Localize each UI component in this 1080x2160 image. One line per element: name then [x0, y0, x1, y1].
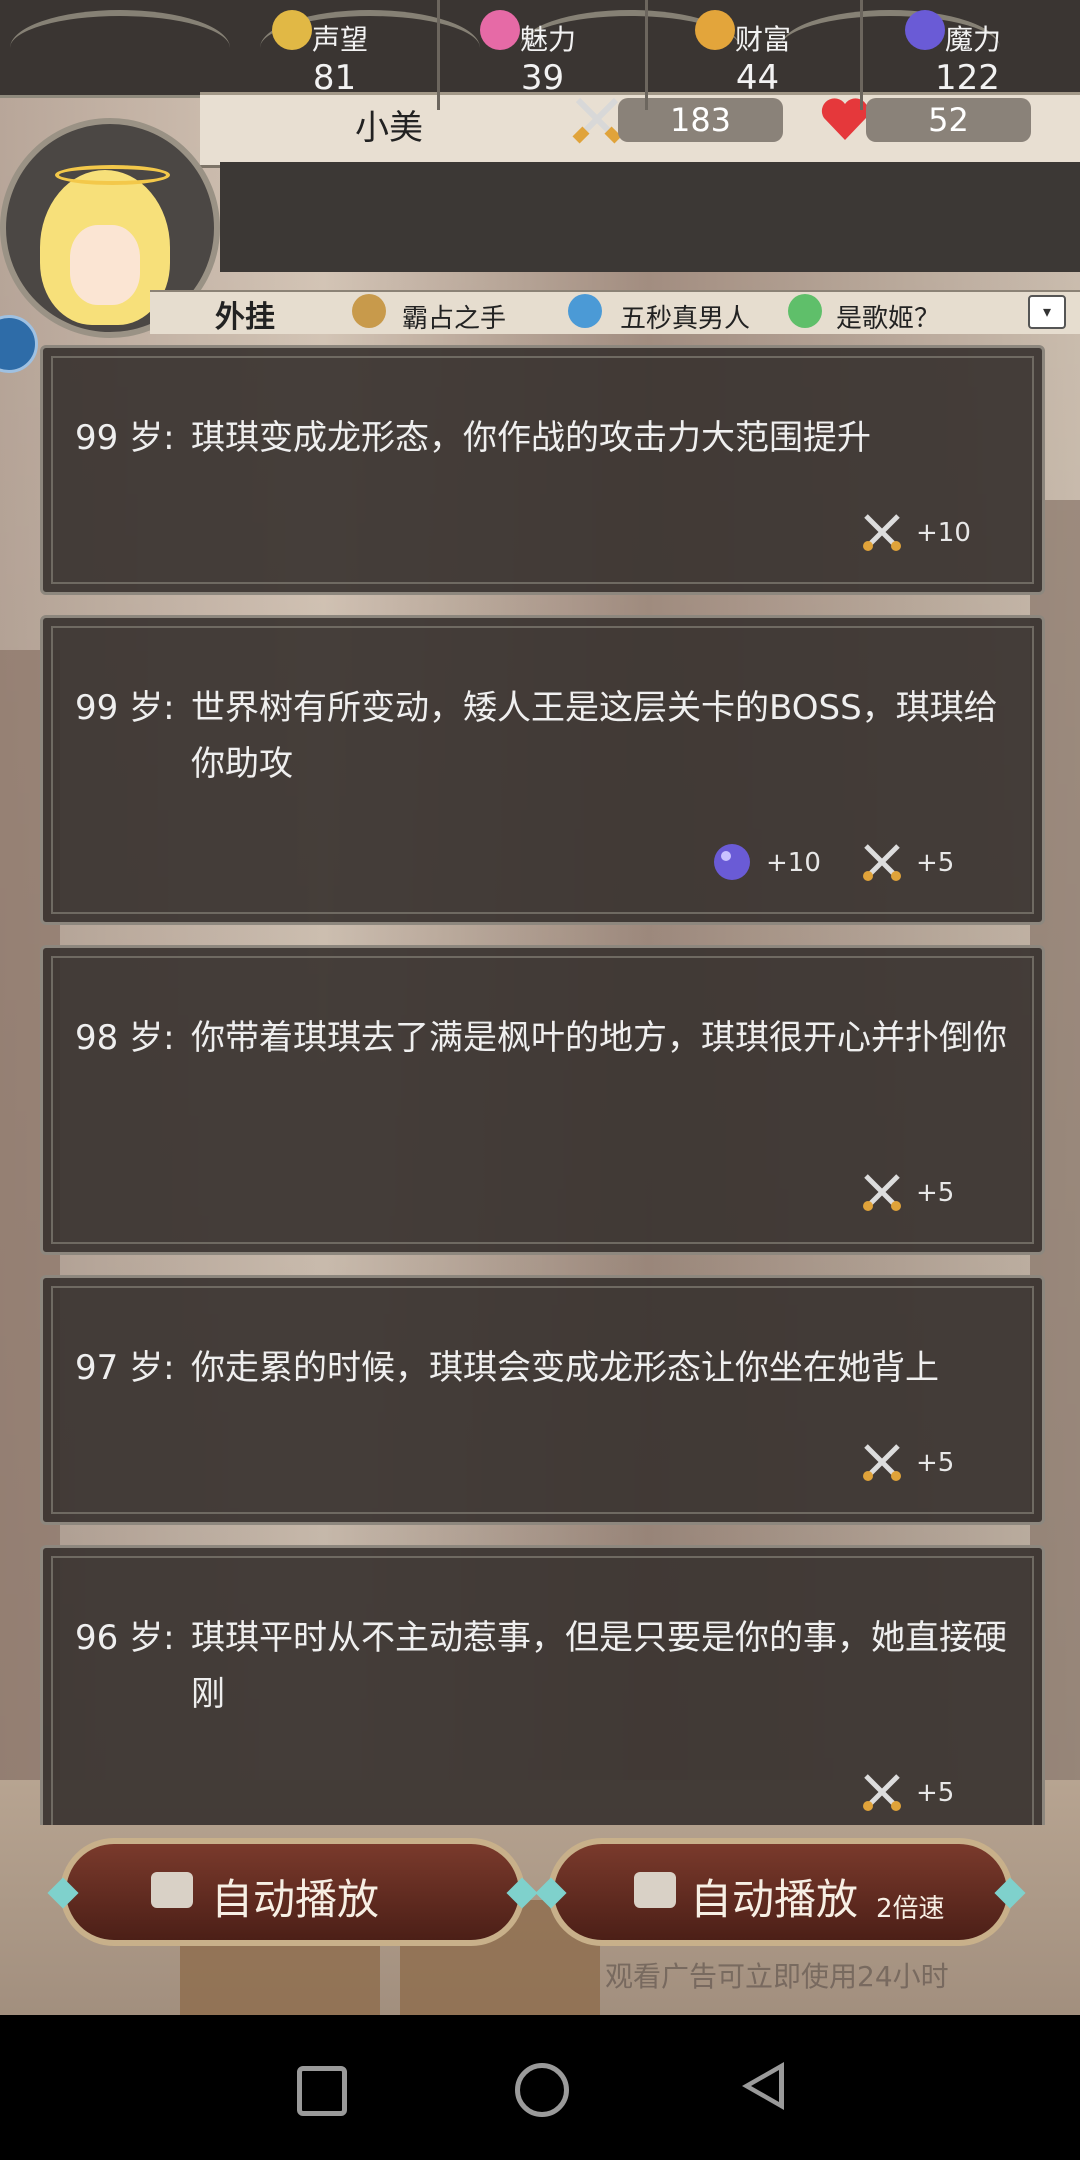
avatar-face — [70, 225, 140, 305]
stat-magic: 魔力 122 — [865, 0, 1070, 110]
magic-orb-icon — [714, 844, 750, 880]
event-text: 琪琪平时从不主动惹事，但是只要是你的事，她直接硬刚 — [191, 1618, 1007, 1714]
event-card: 98 岁: 你带着琪琪去了满是枫叶的地方，琪琪很开心并扑倒你 +5 — [40, 945, 1045, 1255]
event-text: 你走累的时候，琪琪会变成龙形态让你坐在她背上 — [191, 1348, 939, 1388]
event-age: 99 岁: — [75, 688, 175, 728]
reward-value: +10 — [766, 848, 821, 878]
event-card: 97 岁: 你走累的时候，琪琪会变成龙形态让你坐在她背上 +5 — [40, 1275, 1045, 1525]
video-play-icon — [634, 1872, 676, 1908]
autoplay-2x-button[interactable]: 自动播放 2倍速 — [535, 1838, 1026, 1946]
muscle-man-icon — [568, 294, 602, 328]
reward-value: +5 — [916, 1448, 955, 1478]
event-list[interactable]: 99 岁: 琪琪变成龙形态，你作战的攻击力大范围提升 +10 99 岁: 世界树… — [40, 345, 1045, 1825]
event-card: 99 岁: 琪琪变成龙形态，你作战的攻击力大范围提升 +10 — [40, 345, 1045, 595]
swords-icon — [863, 514, 901, 551]
event-age: 96 岁: — [75, 1618, 175, 1658]
event-age: 99 岁: — [75, 418, 175, 458]
event-text: 你带着琪琪去了满是枫叶的地方，琪琪很开心并扑倒你 — [191, 1018, 1007, 1058]
event-age: 97 岁: — [75, 1348, 175, 1388]
stat-charm: 魅力 39 — [440, 0, 648, 110]
sparkle-icon — [480, 10, 520, 50]
swords-icon — [863, 844, 901, 881]
swords-icon — [863, 1774, 901, 1811]
fist-icon — [352, 294, 386, 328]
reward-value: +5 — [916, 1778, 955, 1808]
video-play-icon — [151, 1872, 193, 1908]
halo-icon — [55, 165, 170, 185]
coins-icon — [695, 10, 735, 50]
autoplay-2x-label: 自动播放 — [690, 1875, 859, 1924]
swords-icon — [863, 1174, 901, 1211]
stat-reputation: 声望 81 — [232, 0, 440, 110]
ad-note: 观看广告可立即使用24小时 — [605, 1960, 949, 1993]
stat-wealth: 财富 44 — [655, 0, 863, 110]
reward-value: +5 — [916, 848, 955, 878]
reward-value: +10 — [916, 518, 971, 548]
microphone-icon — [788, 294, 822, 328]
cheats-title: 外挂 — [215, 300, 275, 335]
recent-apps-icon[interactable] — [297, 2066, 347, 2116]
cheat-item-label[interactable]: 五秒真男人 — [620, 298, 750, 335]
swords-icon — [863, 1444, 901, 1481]
event-card: 96 岁: 琪琪平时从不主动惹事，但是只要是你的事，她直接硬刚 +5 — [40, 1545, 1045, 1825]
event-card: 99 岁: 世界树有所变动，矮人王是这层关卡的BOSS，琪琪给你助攻 +10 +… — [40, 615, 1045, 925]
event-age: 98 岁: — [75, 1018, 175, 1058]
cheat-item-label[interactable]: 是歌姬？ — [836, 298, 940, 335]
shield-icon — [272, 10, 312, 50]
reward-value: +5 — [916, 1178, 955, 1208]
autoplay-label: 自动播放 — [211, 1875, 380, 1924]
event-text: 世界树有所变动，矮人王是这层关卡的BOSS，琪琪给你助攻 — [191, 688, 998, 784]
speed-label: 2倍速 — [876, 1894, 945, 1924]
home-icon[interactable] — [515, 2063, 569, 2117]
autoplay-button[interactable]: 自动播放 — [47, 1838, 538, 1946]
event-text: 琪琪变成龙形态，你作战的攻击力大范围提升 — [191, 418, 871, 458]
cheats-dropdown-button[interactable]: ▾ — [1028, 295, 1066, 329]
stats-row — [220, 162, 1080, 272]
cheats-bar — [150, 290, 1080, 334]
cheat-item-label[interactable]: 霸占之手 — [402, 298, 506, 335]
magic-orb-icon — [905, 10, 945, 50]
